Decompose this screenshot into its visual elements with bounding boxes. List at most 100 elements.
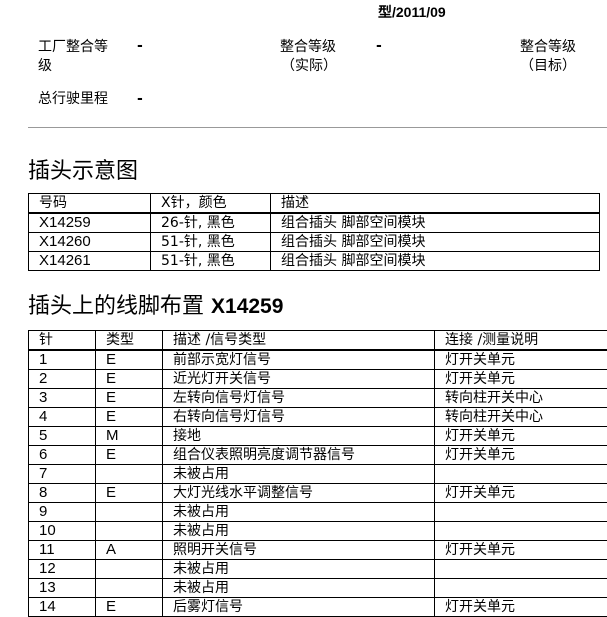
table-cell — [96, 522, 163, 541]
table-cell — [435, 522, 607, 541]
table-row: X14260 51-针, 黑色 组合插头 脚部空间模块 — [29, 233, 600, 252]
connector-table: 号码 X针，颜色 描述 X14259 26-针, 黑色 组合插头 脚部空间模块 … — [28, 193, 600, 271]
table-cell: 右转向信号灯信号 — [163, 408, 435, 427]
table-row: 8E大灯光线水平调整信号灯开关单元 — [29, 484, 607, 503]
table-cell: 灯开关单元 — [435, 427, 607, 446]
table-cell: 灯开关单元 — [435, 370, 607, 389]
table-cell: 近光灯开关信号 — [163, 370, 435, 389]
table-row: 14E后雾灯信号灯开关单元 — [29, 598, 607, 617]
table-header-row: 号码 X针，颜色 描述 — [29, 194, 600, 214]
table-cell: 组合仪表照明亮度调节器信号 — [163, 446, 435, 465]
column-header: 描述 — [271, 194, 600, 214]
table-row: X14261 51-针, 黑色 组合插头 脚部空间模块 — [29, 252, 600, 271]
table-cell: 接地 — [163, 427, 435, 446]
table-cell: X14261 — [29, 252, 151, 271]
table-cell — [435, 465, 607, 484]
column-header: 连接 /测量说明 — [435, 331, 607, 351]
factory-level-label: 工厂整合等 级 — [38, 38, 108, 76]
table-cell: 灯开关单元 — [435, 484, 607, 503]
table-cell: 照明开关信号 — [163, 541, 435, 560]
table-row: 3E左转向信号灯信号转向柱开关中心 — [29, 389, 607, 408]
table-header-row: 针 类型 描述 /信号类型 连接 /测量说明 — [29, 331, 607, 351]
table-cell — [96, 503, 163, 522]
pin-section-connector-code: X14259 — [211, 295, 283, 318]
table-cell: M — [96, 427, 163, 446]
table-cell: 7 — [29, 465, 96, 484]
table-row: 9 未被占用 — [29, 503, 607, 522]
table-cell: 13 — [29, 579, 96, 598]
table-cell: 1 — [29, 350, 96, 370]
table-cell: 51-针, 黑色 — [151, 252, 271, 271]
table-row: X14259 26-针, 黑色 组合插头 脚部空间模块 — [29, 213, 600, 233]
table-cell: 组合插头 脚部空间模块 — [271, 233, 600, 252]
table-cell: X14259 — [29, 213, 151, 233]
table-row: 13 未被占用 — [29, 579, 607, 598]
table-row: 10 未被占用 — [29, 522, 607, 541]
table-cell: 未被占用 — [163, 579, 435, 598]
table-cell: 前部示宽灯信号 — [163, 350, 435, 370]
table-cell — [96, 560, 163, 579]
table-cell: 未被占用 — [163, 560, 435, 579]
connector-section-title: 插头示意图 — [28, 153, 138, 185]
table-row: 1E前部示宽灯信号灯开关单元 — [29, 350, 607, 370]
document-title-fragment: 型/2011/09 — [378, 2, 446, 22]
pin-table-body: 1E前部示宽灯信号灯开关单元2E近光灯开关信号灯开关单元3E左转向信号灯信号转向… — [29, 350, 607, 617]
column-header: X针，颜色 — [151, 194, 271, 214]
table-cell: E — [96, 389, 163, 408]
table-cell: 9 — [29, 503, 96, 522]
table-cell — [435, 579, 607, 598]
table-row: 2E近光灯开关信号灯开关单元 — [29, 370, 607, 389]
table-cell: 51-针, 黑色 — [151, 233, 271, 252]
table-cell: 4 — [29, 408, 96, 427]
mileage-value: - — [137, 91, 143, 107]
table-cell: 灯开关单元 — [435, 446, 607, 465]
table-cell: 转向柱开关中心 — [435, 389, 607, 408]
table-cell: 6 — [29, 446, 96, 465]
table-cell: A — [96, 541, 163, 560]
actual-level-label: 整合等级 （实际） — [278, 38, 338, 76]
table-cell: 12 — [29, 560, 96, 579]
table-cell: 10 — [29, 522, 96, 541]
table-cell: 2 — [29, 370, 96, 389]
table-cell: X14260 — [29, 233, 151, 252]
table-cell: 11 — [29, 541, 96, 560]
table-cell: 左转向信号灯信号 — [163, 389, 435, 408]
target-level-label: 整合等级 （目标） — [517, 38, 579, 76]
table-cell: 5 — [29, 427, 96, 446]
column-header: 针 — [29, 331, 96, 351]
pin-layout-table: 针 类型 描述 /信号类型 连接 /测量说明 1E前部示宽灯信号灯开关单元2E近… — [28, 330, 607, 617]
table-cell: 灯开关单元 — [435, 350, 607, 370]
table-cell: 组合插头 脚部空间模块 — [271, 252, 600, 271]
table-cell: 灯开关单元 — [435, 598, 607, 617]
table-row: 4E右转向信号灯信号转向柱开关中心 — [29, 408, 607, 427]
table-cell: 未被占用 — [163, 465, 435, 484]
table-cell: 转向柱开关中心 — [435, 408, 607, 427]
column-header: 类型 — [96, 331, 163, 351]
table-cell: 后雾灯信号 — [163, 598, 435, 617]
pin-section-title: 插头上的线脚布置 X14259 — [28, 288, 283, 320]
table-cell: 8 — [29, 484, 96, 503]
header-divider — [28, 127, 607, 128]
column-header: 描述 /信号类型 — [163, 331, 435, 351]
table-cell: E — [96, 446, 163, 465]
table-cell: 3 — [29, 389, 96, 408]
table-cell: 灯开关单元 — [435, 541, 607, 560]
table-cell: E — [96, 350, 163, 370]
actual-level-value: - — [376, 38, 382, 54]
mileage-label: 总行驶里程 — [38, 90, 108, 109]
table-cell — [435, 560, 607, 579]
table-cell: 26-针, 黑色 — [151, 213, 271, 233]
table-cell: 大灯光线水平调整信号 — [163, 484, 435, 503]
pin-section-title-text: 插头上的线脚布置 — [28, 294, 204, 319]
table-cell: 未被占用 — [163, 503, 435, 522]
table-cell: E — [96, 408, 163, 427]
table-cell: 未被占用 — [163, 522, 435, 541]
table-row: 5M接地灯开关单元 — [29, 427, 607, 446]
table-row: 7 未被占用 — [29, 465, 607, 484]
table-cell: E — [96, 484, 163, 503]
table-row: 6E组合仪表照明亮度调节器信号灯开关单元 — [29, 446, 607, 465]
table-cell: 组合插头 脚部空间模块 — [271, 213, 600, 233]
table-row: 12 未被占用 — [29, 560, 607, 579]
table-row: 11A照明开关信号灯开关单元 — [29, 541, 607, 560]
factory-level-value: - — [137, 38, 143, 54]
